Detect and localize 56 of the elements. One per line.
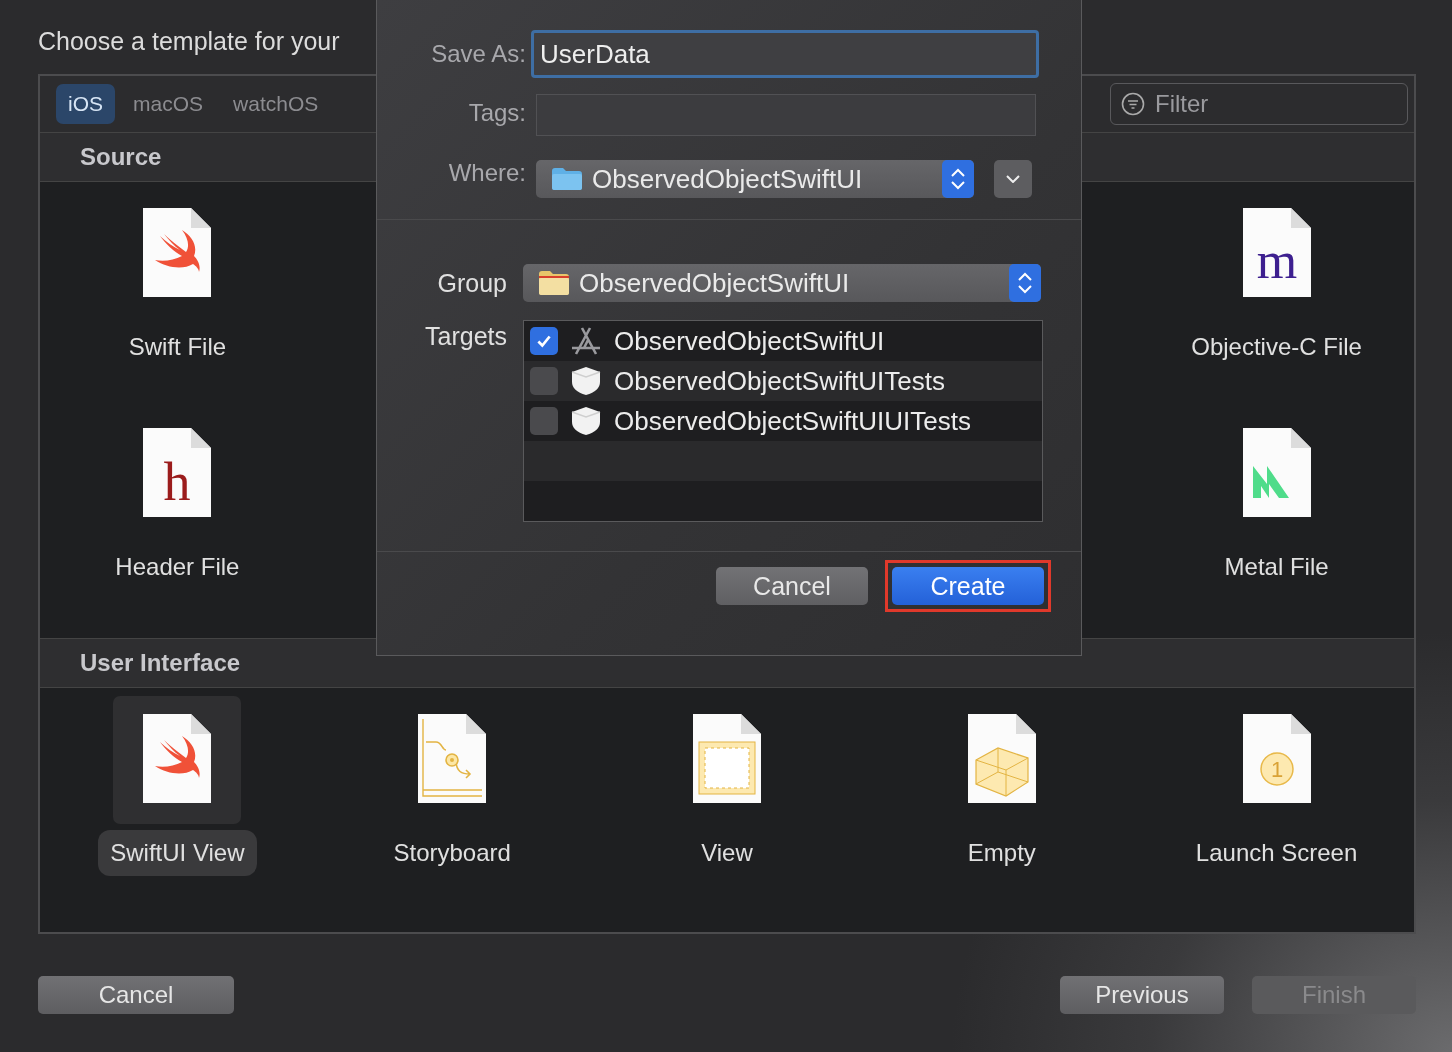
template-tile[interactable]: h — [113, 410, 242, 538]
group-popup[interactable]: ObservedObjectSwiftUI — [523, 264, 1041, 302]
field-label: Where: — [447, 159, 526, 187]
template-label: Metal File — [1223, 552, 1330, 582]
platform-tab[interactable]: macOS — [121, 84, 216, 124]
template-label: Objective-C File — [1190, 332, 1363, 362]
section-title: User Interface — [80, 649, 241, 677]
checkbox[interactable] — [530, 407, 558, 435]
template-label: Header File — [114, 552, 241, 582]
footer-button[interactable]: Previous — [1060, 976, 1224, 1014]
template-tile[interactable] — [113, 696, 242, 824]
chevron-icon — [1006, 175, 1020, 183]
metal-file-icon — [1242, 428, 1311, 517]
shield-icon — [570, 406, 602, 436]
platform-tab[interactable]: iOS — [56, 84, 115, 124]
section-title: Source — [80, 143, 162, 171]
template-label: Swift File — [127, 332, 228, 362]
expand-button[interactable] — [994, 160, 1032, 198]
dialog-button[interactable]: Cancel — [716, 567, 868, 605]
stepper-icon — [1009, 264, 1041, 302]
filter-field[interactable]: Filter — [1110, 83, 1408, 125]
checkbox[interactable] — [530, 327, 558, 355]
view-file-icon — [693, 714, 761, 803]
shield-icon — [570, 366, 602, 396]
name-field[interactable]: UserData — [531, 30, 1039, 78]
footer-button[interactable]: Cancel — [38, 976, 234, 1014]
folder-icon — [539, 271, 569, 295]
swift-file-icon — [143, 714, 212, 803]
field-label: Tags: — [467, 99, 526, 127]
field-label: Save As: — [430, 40, 526, 68]
platform-tab[interactable]: watchOS — [221, 84, 331, 124]
filter-icon — [1121, 92, 1145, 116]
filter-input[interactable]: Filter — [1153, 89, 1397, 119]
letter-file-icon: h — [143, 428, 212, 517]
letter-file-icon: m — [1242, 208, 1311, 297]
template-label: SwiftUI View — [98, 830, 257, 876]
window-title: Choose a template for your — [38, 26, 340, 57]
swift-file-icon — [143, 208, 212, 297]
template-label: View — [700, 838, 754, 868]
launch-file-icon: 1 — [1242, 714, 1311, 803]
app-icon — [570, 326, 602, 356]
checkbox[interactable] — [530, 367, 558, 395]
stepper-icon — [942, 160, 974, 198]
template-label: Empty — [966, 838, 1037, 868]
tags-field[interactable] — [536, 94, 1036, 136]
field-label: Targets — [424, 322, 507, 351]
template-label: Launch Screen — [1194, 838, 1359, 868]
location-popup[interactable]: ObservedObjectSwiftUI — [536, 160, 974, 198]
storyboard-file-icon — [418, 714, 487, 803]
cube-file-icon — [967, 714, 1036, 803]
field-label: Group — [436, 268, 507, 298]
dialog-button[interactable]: Create — [892, 567, 1044, 605]
target-row[interactable]: ObservedObjectSwiftUITests — [524, 361, 1042, 401]
template-label: Storyboard — [392, 838, 512, 868]
folder-icon — [552, 168, 582, 190]
template-tile[interactable]: m — [1212, 190, 1341, 318]
